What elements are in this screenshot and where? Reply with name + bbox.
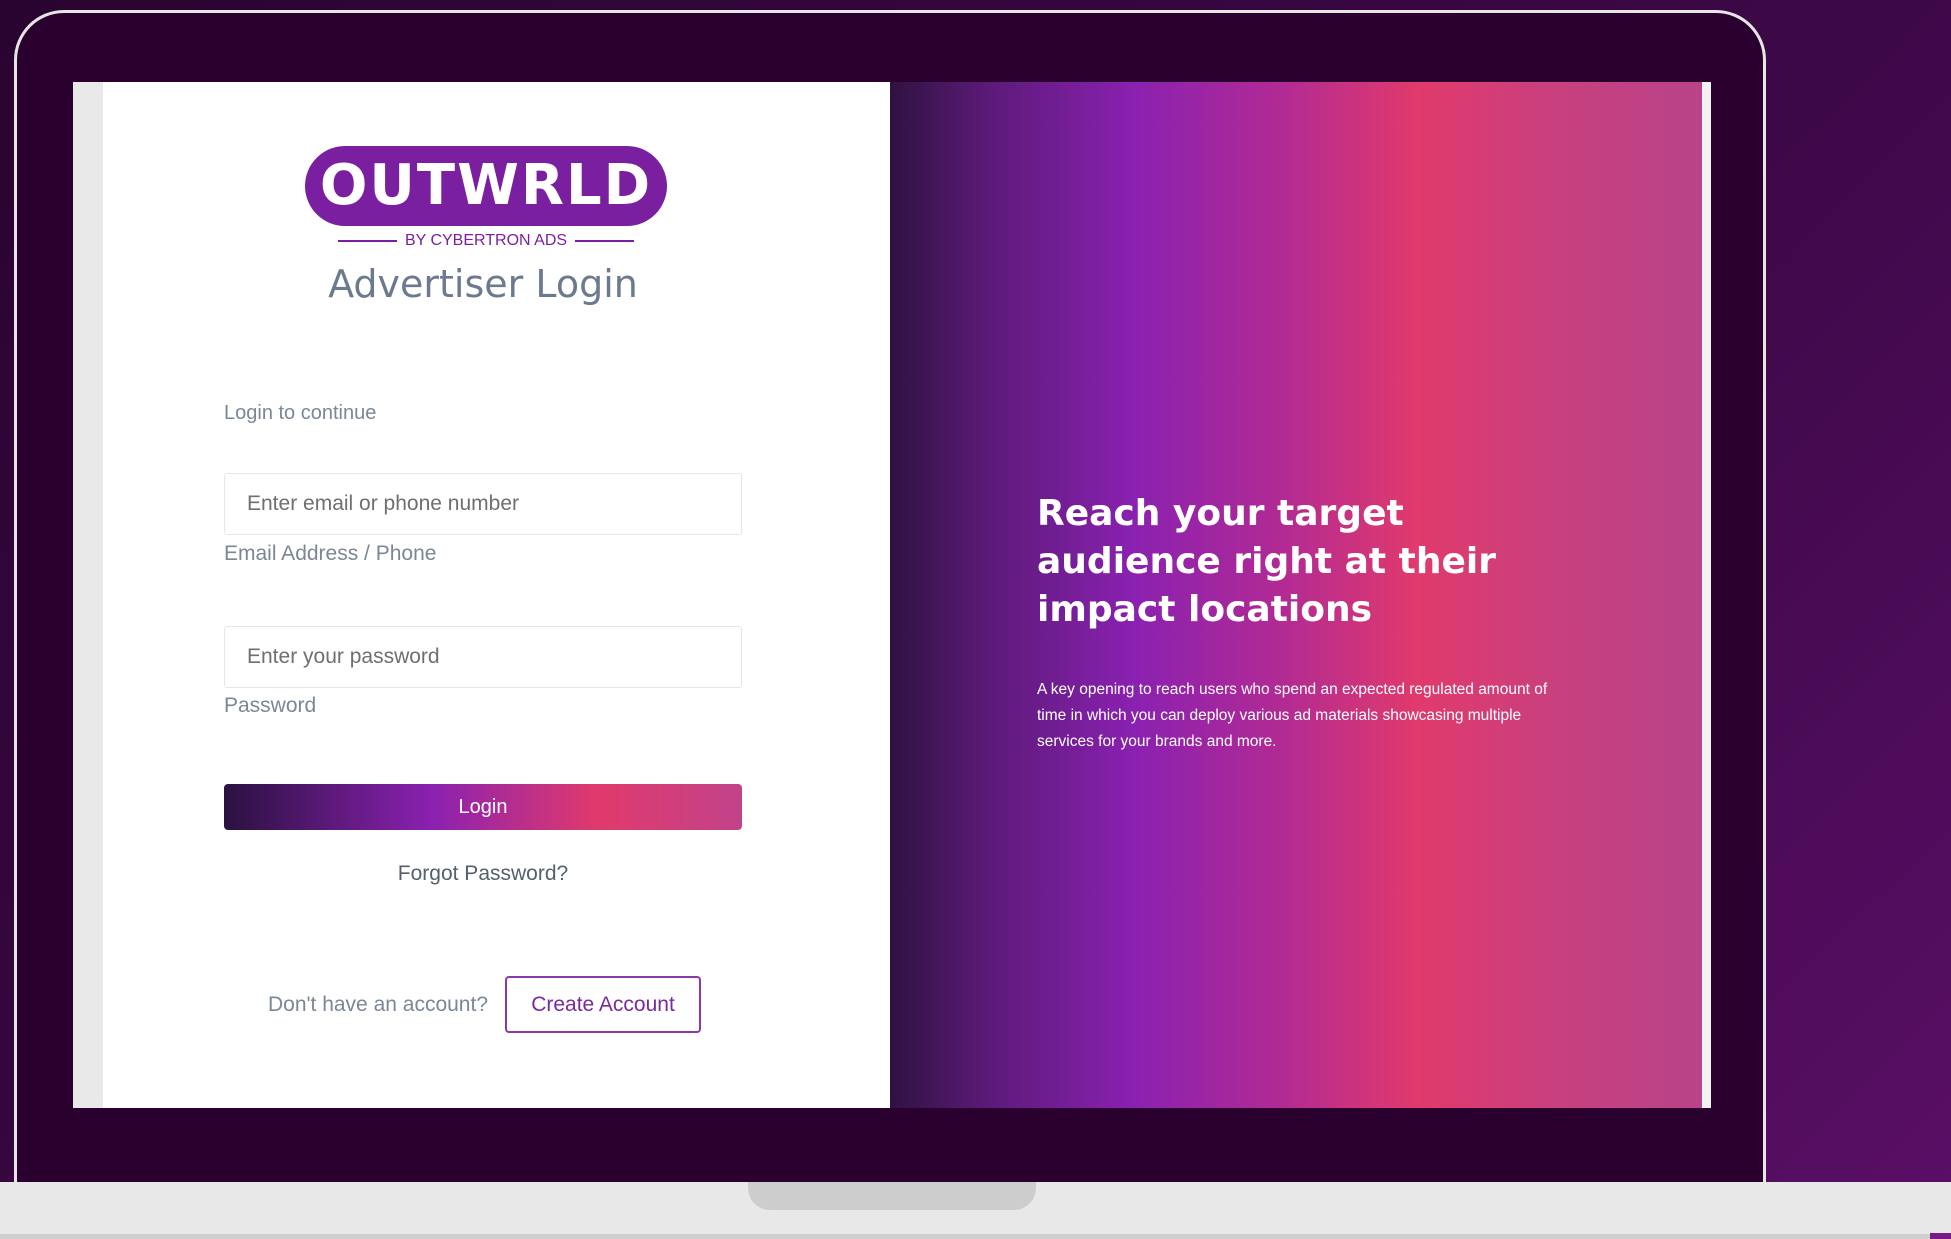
screen-left-strip (73, 82, 103, 1108)
logo-wordmark: OUTWRLD (319, 153, 653, 218)
logo-tagline: BY CYBERTRON ADS (338, 230, 634, 252)
login-hint: Login to continue (224, 402, 377, 424)
email-label: Email Address / Phone (224, 542, 437, 565)
forgot-password-link[interactable]: Forgot Password? (224, 862, 742, 886)
tagline-rule-left (338, 240, 397, 242)
hero-description: A key opening to reach users who spend a… (1037, 681, 1548, 750)
hero-title: Reach your target audience right at thei… (1037, 493, 1496, 630)
corner-accent (1930, 1233, 1951, 1239)
laptop-notch (748, 1182, 1036, 1210)
laptop-base-edge (0, 1234, 1951, 1239)
email-input[interactable] (224, 473, 742, 535)
brand-logo: OUTWRLD (305, 146, 667, 226)
page-title: Advertiser Login (328, 262, 638, 306)
tagline-text: BY CYBERTRON ADS (404, 232, 568, 249)
tagline-rule-right (575, 240, 634, 242)
screen-right-strip (1702, 82, 1711, 1108)
password-input[interactable] (224, 626, 742, 688)
no-account-text: Don't have an account? (268, 993, 488, 1016)
password-label: Password (224, 694, 317, 717)
create-account-button[interactable]: Create Account (505, 976, 701, 1033)
login-button[interactable]: Login (224, 784, 742, 830)
